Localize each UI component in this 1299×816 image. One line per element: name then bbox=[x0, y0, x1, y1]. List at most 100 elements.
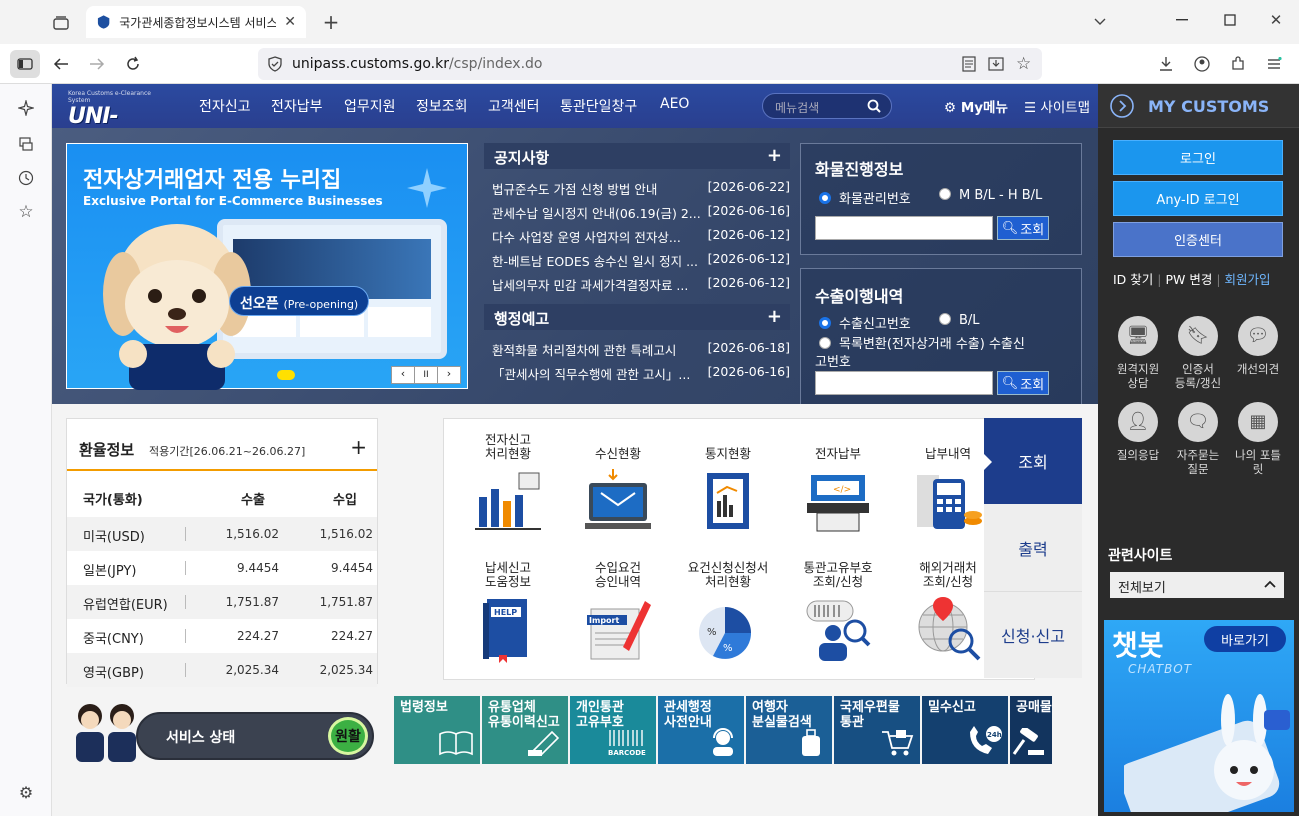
notice-item[interactable]: 관세수납 일시정지 안내(06.19(금) 2... [2026-06-16] bbox=[492, 203, 790, 222]
gnb-e-payment[interactable]: 전자납부 bbox=[271, 96, 323, 116]
admin-notice-item[interactable]: 「관세사의 직무수행에 관한 고시」... [2026-06-16] bbox=[492, 364, 790, 383]
cargo-search-button[interactable]: 🔍︎ 조회 bbox=[997, 216, 1049, 240]
account-icon[interactable] bbox=[1192, 54, 1212, 74]
quick-law-info[interactable]: 법령정보 bbox=[394, 696, 480, 764]
chatbot-go-button[interactable]: 바로가기 bbox=[1204, 626, 1286, 652]
join-link[interactable]: 회원가입 bbox=[1225, 272, 1271, 287]
sitemap-link[interactable]: ☰ 사이트맵 bbox=[1024, 96, 1090, 116]
bookmarks-icon[interactable]: ☆ bbox=[16, 202, 36, 222]
anyid-login-button[interactable]: Any-ID 로그인 bbox=[1113, 181, 1283, 216]
close-window-icon[interactable]: ✕ bbox=[1266, 10, 1286, 30]
service-shortcut[interactable]: 수입요건 승인내역 Import bbox=[570, 557, 666, 675]
service-shortcut[interactable]: 수신현황 bbox=[570, 429, 666, 547]
extensions-icon[interactable] bbox=[1228, 54, 1248, 74]
next-slide-icon[interactable]: › bbox=[438, 367, 460, 383]
my-menu-link[interactable]: ⚙ My메뉴 bbox=[944, 96, 1008, 116]
minimize-icon[interactable] bbox=[1172, 10, 1192, 30]
chatbot-banner[interactable]: 챗봇 CHATBOT 바로가기 bbox=[1104, 620, 1294, 812]
slide-indicator-active[interactable] bbox=[277, 370, 295, 380]
service-shortcut[interactable]: 통지현황 bbox=[680, 429, 776, 547]
rate-more-plus-icon[interactable]: + bbox=[350, 435, 367, 459]
unipass-logo[interactable]: Korea Customs e-Clearance System UNI-PAS… bbox=[68, 90, 168, 154]
pw-change-link[interactable]: PW 변경 bbox=[1165, 272, 1212, 287]
export-number-input[interactable] bbox=[815, 371, 993, 395]
my-customs-shortcut[interactable]: 🗨︎ 자주묻는 질문 bbox=[1168, 402, 1228, 476]
new-tab-icon[interactable]: + bbox=[320, 10, 342, 34]
my-customs-shortcut[interactable]: 👤︎ 질의응답 bbox=[1108, 402, 1168, 462]
tab-inquiry[interactable]: 조회 bbox=[984, 418, 1082, 504]
quick-admin-guide[interactable]: 관세행정 사전안내 bbox=[658, 696, 744, 764]
notice-item[interactable]: 납세의무자 민감 과세가격결정자료 ... [2026-06-12] bbox=[492, 275, 790, 294]
ai-chatbot-icon[interactable] bbox=[16, 98, 36, 118]
gnb-single-window[interactable]: 통관단일창구 bbox=[560, 96, 637, 116]
related-sites-select[interactable]: 전체보기 bbox=[1110, 572, 1284, 598]
gnb-e-declaration[interactable]: 전자신고 bbox=[199, 96, 251, 116]
my-customs-shortcut[interactable]: ▦ 나의 포틀 릿 bbox=[1228, 402, 1288, 476]
settings-gear-icon[interactable]: ⚙ bbox=[16, 782, 36, 802]
service-shortcut[interactable]: 해외거래처 조회/신청 bbox=[900, 557, 996, 675]
prev-slide-icon[interactable]: ‹ bbox=[392, 367, 415, 383]
admin-notice-item[interactable]: 환적화물 처리절차에 관한 특례고시 [2026-06-18] bbox=[492, 340, 790, 359]
cargo-option-bl[interactable]: M B/L - H B/L bbox=[939, 188, 1042, 203]
site-info-shield-icon[interactable] bbox=[267, 56, 283, 72]
maximize-icon[interactable] bbox=[1220, 10, 1240, 30]
chevron-right-circle-icon[interactable] bbox=[1110, 94, 1134, 118]
bookmark-star-icon[interactable]: ☆ bbox=[1016, 54, 1031, 74]
reader-view-icon[interactable] bbox=[962, 56, 976, 72]
service-shortcut[interactable]: 납세신고 도움정보 HELP bbox=[460, 557, 556, 675]
quick-lost-items[interactable]: 여행자 분실물검색 bbox=[746, 696, 832, 764]
export-search-button[interactable]: 🔍︎ 조회 bbox=[997, 371, 1049, 395]
quick-personal-code[interactable]: 개인통관 고유부호 BARCODE bbox=[570, 696, 656, 764]
find-id-link[interactable]: ID 찾기 bbox=[1113, 272, 1153, 287]
quick-intl-mail[interactable]: 국제우편물 통관 bbox=[834, 696, 920, 764]
tab-groups-icon[interactable] bbox=[50, 12, 72, 34]
quick-smuggling-report[interactable]: 밀수신고 24h bbox=[922, 696, 1008, 764]
admin-notice-more-plus-icon[interactable]: + bbox=[767, 306, 782, 327]
tab-list-chevron-icon[interactable] bbox=[1090, 12, 1110, 32]
search-icon[interactable] bbox=[867, 99, 881, 113]
gnb-aeo[interactable]: AEO bbox=[660, 96, 689, 112]
reload-icon[interactable] bbox=[122, 53, 144, 75]
my-customs-shortcut[interactable]: 🔖︎ 인증서 등록/갱신 bbox=[1168, 316, 1228, 390]
service-shortcut[interactable]: 전자납부 </> bbox=[790, 429, 886, 547]
app-menu-icon[interactable] bbox=[1264, 54, 1284, 74]
synced-tabs-icon[interactable] bbox=[16, 134, 36, 154]
cargo-number-input[interactable] bbox=[815, 216, 993, 240]
tab-apply-declare[interactable]: 신청·신고 bbox=[984, 592, 1082, 678]
browser-tab[interactable]: 국가관세종합정보시스템 서비스 ✕ bbox=[86, 6, 306, 38]
gnb-customer-center[interactable]: 고객센터 bbox=[488, 96, 540, 116]
sidebar-toggle-icon[interactable] bbox=[10, 50, 40, 78]
close-tab-icon[interactable]: ✕ bbox=[284, 14, 296, 30]
service-shortcut[interactable]: 납부내역 bbox=[900, 429, 996, 547]
service-shortcut[interactable]: 통관고유부호 조회/신청 bbox=[790, 557, 886, 675]
quick-auction-search[interactable]: 공매물품조회 bbox=[1010, 696, 1052, 764]
service-shortcut[interactable]: 전자신고 처리현황 bbox=[460, 429, 556, 547]
login-button[interactable]: 로그인 bbox=[1113, 140, 1283, 175]
back-icon[interactable] bbox=[50, 53, 72, 75]
rate-divider-bar bbox=[185, 663, 186, 677]
notice-item[interactable]: 다수 사업장 운영 사업자의 전자상... [2026-06-12] bbox=[492, 227, 790, 246]
my-customs-shortcut[interactable]: 💬︎ 개선의견 bbox=[1228, 316, 1288, 376]
cert-center-button[interactable]: 인증센터 bbox=[1113, 222, 1283, 257]
gnb-info-inquiry[interactable]: 정보조회 bbox=[416, 96, 468, 116]
my-customs-shortcut[interactable]: 🖥︎ 원격지원 상담 bbox=[1108, 316, 1168, 390]
history-icon[interactable] bbox=[16, 168, 36, 188]
address-bar[interactable]: unipass.customs.go.kr/csp/index.do ☆ bbox=[258, 48, 1042, 80]
notice-more-plus-icon[interactable]: + bbox=[767, 145, 782, 166]
save-to-pocket-icon[interactable] bbox=[988, 56, 1004, 72]
notice-item[interactable]: 법규준수도 가점 신청 방법 안내 [2026-06-22] bbox=[492, 179, 790, 198]
quick-distribution[interactable]: 유통업체 유통이력신고 bbox=[482, 696, 568, 764]
ecommerce-banner[interactable]: 전자상거래업자 전용 누리집 Exclusive Portal for E-Co… bbox=[66, 143, 468, 390]
menu-search-input[interactable]: 메뉴검색 bbox=[762, 93, 892, 119]
service-shortcut[interactable]: 요건신청신청서 처리현황%% bbox=[680, 557, 776, 675]
export-option-list-convert[interactable]: 목록변환(전자상거래 수출) 수출신 bbox=[819, 333, 1025, 352]
export-option-decl-no[interactable]: 수출신고번호 bbox=[819, 313, 911, 332]
notice-item[interactable]: 한-베트남 EODES 송수신 일시 정지 ... [2026-06-12] bbox=[492, 251, 790, 270]
downloads-icon[interactable] bbox=[1156, 54, 1176, 74]
export-option-bl[interactable]: B/L bbox=[939, 313, 980, 328]
cargo-option-mgmt-no[interactable]: 화물관리번호 bbox=[819, 188, 911, 207]
tab-output[interactable]: 출력 bbox=[984, 504, 1082, 592]
pause-slide-icon[interactable]: II bbox=[415, 367, 438, 383]
forward-icon[interactable] bbox=[86, 53, 108, 75]
gnb-business-support[interactable]: 업무지원 bbox=[344, 96, 396, 116]
